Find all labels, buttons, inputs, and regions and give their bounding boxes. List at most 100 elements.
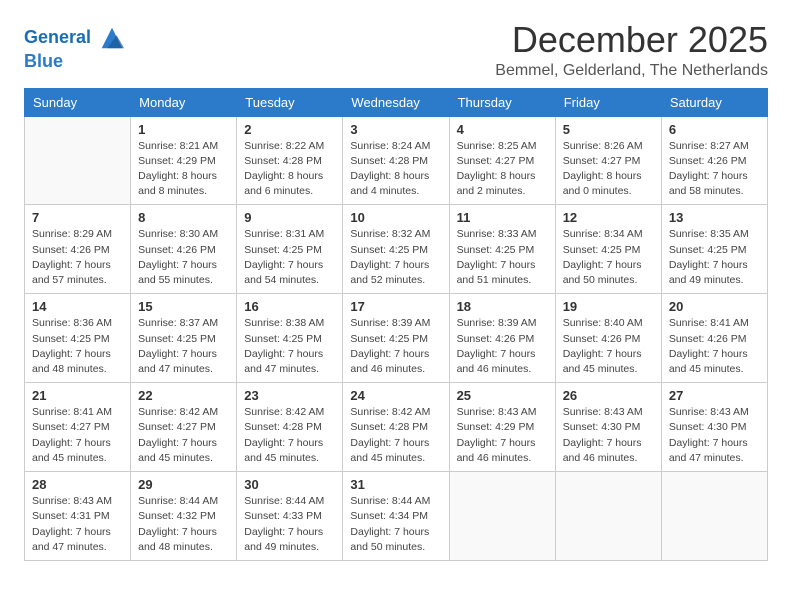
day-info: Sunrise: 8:33 AMSunset: 4:25 PMDaylight:… bbox=[457, 227, 548, 288]
weekday-header-saturday: Saturday bbox=[661, 88, 767, 116]
weekday-header-row: SundayMondayTuesdayWednesdayThursdayFrid… bbox=[25, 88, 768, 116]
day-info: Sunrise: 8:42 AMSunset: 4:28 PMDaylight:… bbox=[244, 405, 335, 466]
weekday-header-sunday: Sunday bbox=[25, 88, 131, 116]
day-info: Sunrise: 8:27 AMSunset: 4:26 PMDaylight:… bbox=[669, 139, 760, 200]
day-number: 12 bbox=[563, 210, 654, 225]
day-info: Sunrise: 8:29 AMSunset: 4:26 PMDaylight:… bbox=[32, 227, 123, 288]
weekday-header-friday: Friday bbox=[555, 88, 661, 116]
day-cell: 7 Sunrise: 8:29 AMSunset: 4:26 PMDaylight… bbox=[25, 205, 131, 294]
day-number: 9 bbox=[244, 210, 335, 225]
day-number: 23 bbox=[244, 388, 335, 403]
day-cell: 4 Sunrise: 8:25 AMSunset: 4:27 PMDaylight… bbox=[449, 116, 555, 205]
weekday-header-thursday: Thursday bbox=[449, 88, 555, 116]
day-number: 20 bbox=[669, 299, 760, 314]
day-cell bbox=[555, 472, 661, 561]
day-info: Sunrise: 8:39 AMSunset: 4:25 PMDaylight:… bbox=[350, 316, 441, 377]
day-number: 19 bbox=[563, 299, 654, 314]
day-number: 14 bbox=[32, 299, 123, 314]
day-cell: 15 Sunrise: 8:37 AMSunset: 4:25 PMDayligh… bbox=[131, 294, 237, 383]
logo-blue-text: Blue bbox=[24, 52, 126, 72]
day-cell: 18 Sunrise: 8:39 AMSunset: 4:26 PMDayligh… bbox=[449, 294, 555, 383]
day-cell: 27 Sunrise: 8:43 AMSunset: 4:30 PMDayligh… bbox=[661, 383, 767, 472]
day-number: 25 bbox=[457, 388, 548, 403]
day-number: 18 bbox=[457, 299, 548, 314]
day-number: 7 bbox=[32, 210, 123, 225]
day-info: Sunrise: 8:39 AMSunset: 4:26 PMDaylight:… bbox=[457, 316, 548, 377]
day-number: 26 bbox=[563, 388, 654, 403]
day-number: 28 bbox=[32, 477, 123, 492]
day-info: Sunrise: 8:41 AMSunset: 4:26 PMDaylight:… bbox=[669, 316, 760, 377]
logo-text: General bbox=[24, 24, 126, 52]
day-number: 11 bbox=[457, 210, 548, 225]
calendar-table: SundayMondayTuesdayWednesdayThursdayFrid… bbox=[24, 88, 768, 561]
week-row-2: 7 Sunrise: 8:29 AMSunset: 4:26 PMDaylight… bbox=[25, 205, 768, 294]
day-info: Sunrise: 8:43 AMSunset: 4:30 PMDaylight:… bbox=[563, 405, 654, 466]
day-number: 24 bbox=[350, 388, 441, 403]
day-cell: 2Sunrise: 8:22 AMSunset: 4:28 PMDaylight… bbox=[237, 116, 343, 205]
day-info: Sunrise: 8:30 AMSunset: 4:26 PMDaylight:… bbox=[138, 227, 229, 288]
day-cell: 21 Sunrise: 8:41 AMSunset: 4:27 PMDayligh… bbox=[25, 383, 131, 472]
page-header: General Blue December 2025 Bemmel, Gelde… bbox=[24, 20, 768, 80]
day-info: Sunrise: 8:34 AMSunset: 4:25 PMDaylight:… bbox=[563, 227, 654, 288]
day-info: Sunrise: 8:36 AMSunset: 4:25 PMDaylight:… bbox=[32, 316, 123, 377]
day-number: 10 bbox=[350, 210, 441, 225]
day-cell: 22Sunrise: 8:42 AMSunset: 4:27 PMDayligh… bbox=[131, 383, 237, 472]
day-info: Sunrise: 8:43 AMSunset: 4:30 PMDaylight:… bbox=[669, 405, 760, 466]
day-number: 8 bbox=[138, 210, 229, 225]
day-cell: 5Sunrise: 8:26 AMSunset: 4:27 PMDaylight… bbox=[555, 116, 661, 205]
day-cell: 13Sunrise: 8:35 AMSunset: 4:25 PMDayligh… bbox=[661, 205, 767, 294]
day-cell: 1Sunrise: 8:21 AMSunset: 4:29 PMDaylight… bbox=[131, 116, 237, 205]
day-cell bbox=[25, 116, 131, 205]
logo-icon bbox=[98, 24, 126, 52]
day-number: 27 bbox=[669, 388, 760, 403]
day-cell: 12 Sunrise: 8:34 AMSunset: 4:25 PMDayligh… bbox=[555, 205, 661, 294]
day-info: Sunrise: 8:21 AMSunset: 4:29 PMDaylight:… bbox=[138, 139, 229, 200]
day-number: 22 bbox=[138, 388, 229, 403]
day-cell: 16Sunrise: 8:38 AMSunset: 4:25 PMDayligh… bbox=[237, 294, 343, 383]
logo: General Blue bbox=[24, 24, 126, 72]
weekday-header-tuesday: Tuesday bbox=[237, 88, 343, 116]
day-cell: 28 Sunrise: 8:43 AMSunset: 4:31 PMDayligh… bbox=[25, 472, 131, 561]
day-number: 16 bbox=[244, 299, 335, 314]
day-number: 4 bbox=[457, 122, 548, 137]
day-cell bbox=[661, 472, 767, 561]
day-info: Sunrise: 8:26 AMSunset: 4:27 PMDaylight:… bbox=[563, 139, 654, 200]
day-info: Sunrise: 8:42 AMSunset: 4:28 PMDaylight:… bbox=[350, 405, 441, 466]
day-number: 21 bbox=[32, 388, 123, 403]
day-cell: 23 Sunrise: 8:42 AMSunset: 4:28 PMDayligh… bbox=[237, 383, 343, 472]
day-info: Sunrise: 8:41 AMSunset: 4:27 PMDaylight:… bbox=[32, 405, 123, 466]
day-info: Sunrise: 8:40 AMSunset: 4:26 PMDaylight:… bbox=[563, 316, 654, 377]
day-cell: 19 Sunrise: 8:40 AMSunset: 4:26 PMDayligh… bbox=[555, 294, 661, 383]
day-info: Sunrise: 8:44 AMSunset: 4:33 PMDaylight:… bbox=[244, 494, 335, 555]
day-info: Sunrise: 8:43 AMSunset: 4:31 PMDaylight:… bbox=[32, 494, 123, 555]
day-number: 15 bbox=[138, 299, 229, 314]
day-info: Sunrise: 8:44 AMSunset: 4:32 PMDaylight:… bbox=[138, 494, 229, 555]
day-cell: 26 Sunrise: 8:43 AMSunset: 4:30 PMDayligh… bbox=[555, 383, 661, 472]
day-info: Sunrise: 8:24 AMSunset: 4:28 PMDaylight:… bbox=[350, 139, 441, 200]
day-number: 6 bbox=[669, 122, 760, 137]
day-cell: 3 Sunrise: 8:24 AMSunset: 4:28 PMDaylight… bbox=[343, 116, 449, 205]
month-title: December 2025 bbox=[495, 20, 768, 60]
day-cell: 14 Sunrise: 8:36 AMSunset: 4:25 PMDayligh… bbox=[25, 294, 131, 383]
day-number: 3 bbox=[350, 122, 441, 137]
day-info: Sunrise: 8:44 AMSunset: 4:34 PMDaylight:… bbox=[350, 494, 441, 555]
week-row-5: 28 Sunrise: 8:43 AMSunset: 4:31 PMDayligh… bbox=[25, 472, 768, 561]
day-cell: 29Sunrise: 8:44 AMSunset: 4:32 PMDayligh… bbox=[131, 472, 237, 561]
day-cell: 30Sunrise: 8:44 AMSunset: 4:33 PMDayligh… bbox=[237, 472, 343, 561]
day-cell: 25 Sunrise: 8:43 AMSunset: 4:29 PMDayligh… bbox=[449, 383, 555, 472]
day-info: Sunrise: 8:37 AMSunset: 4:25 PMDaylight:… bbox=[138, 316, 229, 377]
day-cell bbox=[449, 472, 555, 561]
day-number: 2 bbox=[244, 122, 335, 137]
title-block: December 2025 Bemmel, Gelderland, The Ne… bbox=[495, 20, 768, 80]
day-cell: 17Sunrise: 8:39 AMSunset: 4:25 PMDayligh… bbox=[343, 294, 449, 383]
day-cell: 11 Sunrise: 8:33 AMSunset: 4:25 PMDayligh… bbox=[449, 205, 555, 294]
week-row-3: 14 Sunrise: 8:36 AMSunset: 4:25 PMDayligh… bbox=[25, 294, 768, 383]
day-info: Sunrise: 8:43 AMSunset: 4:29 PMDaylight:… bbox=[457, 405, 548, 466]
day-info: Sunrise: 8:25 AMSunset: 4:27 PMDaylight:… bbox=[457, 139, 548, 200]
week-row-4: 21 Sunrise: 8:41 AMSunset: 4:27 PMDayligh… bbox=[25, 383, 768, 472]
day-cell: 8 Sunrise: 8:30 AMSunset: 4:26 PMDaylight… bbox=[131, 205, 237, 294]
day-info: Sunrise: 8:35 AMSunset: 4:25 PMDaylight:… bbox=[669, 227, 760, 288]
day-cell: 9Sunrise: 8:31 AMSunset: 4:25 PMDaylight… bbox=[237, 205, 343, 294]
weekday-header-wednesday: Wednesday bbox=[343, 88, 449, 116]
day-info: Sunrise: 8:32 AMSunset: 4:25 PMDaylight:… bbox=[350, 227, 441, 288]
